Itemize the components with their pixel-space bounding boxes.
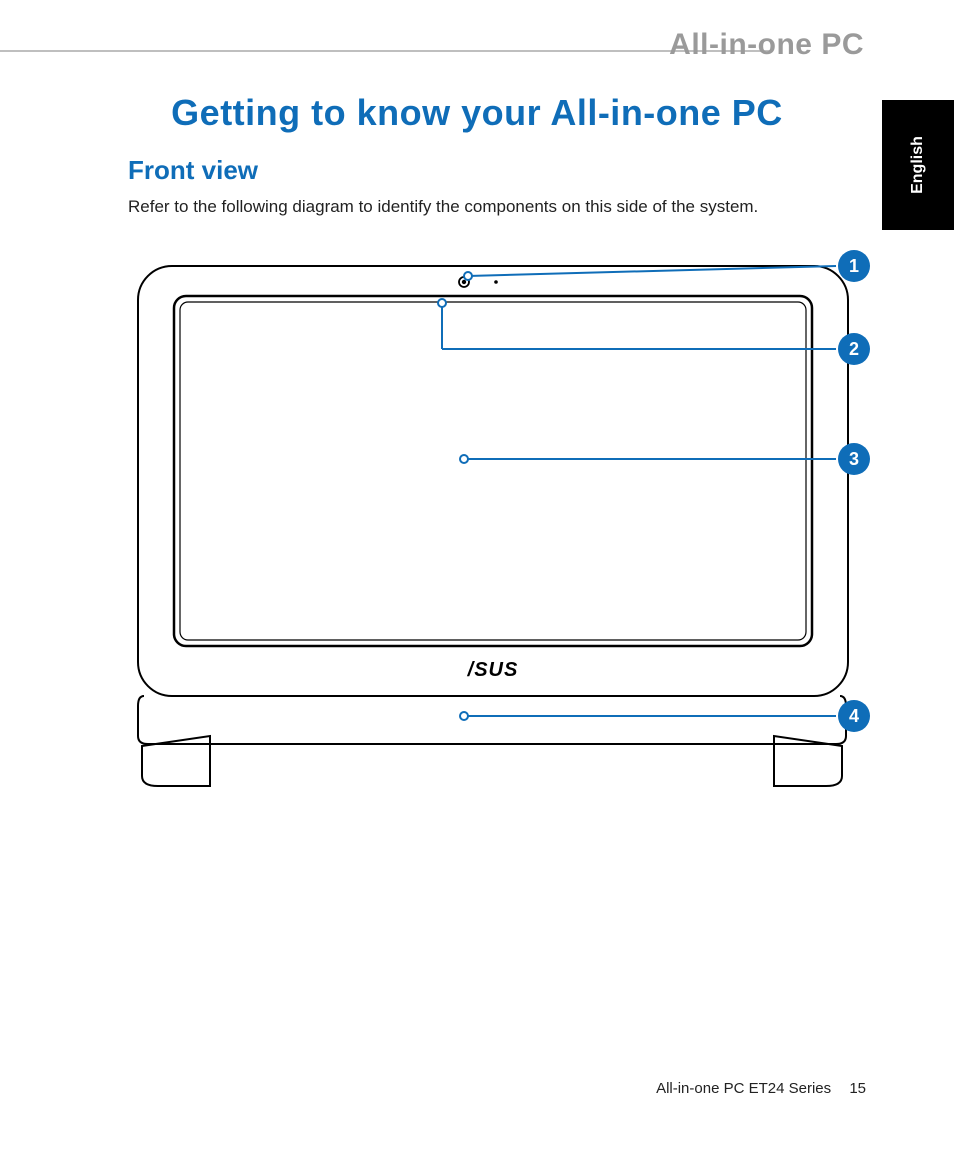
- device-diagram: /SUS: [118, 246, 868, 806]
- body-paragraph: Refer to the following diagram to identi…: [128, 197, 758, 217]
- footer-page-number: 15: [849, 1080, 866, 1097]
- footer-series: All-in-one PC ET24 Series: [656, 1080, 831, 1097]
- header-rule: [0, 50, 770, 52]
- language-label: English: [909, 136, 927, 194]
- callout-2: 2: [838, 333, 870, 365]
- page-title: Getting to know your All-in-one PC: [0, 92, 954, 134]
- brand-title: All-in-one PC: [669, 28, 864, 62]
- callout-3: 3: [838, 443, 870, 475]
- page-footer: All-in-one PC ET24 Series 15: [656, 1080, 866, 1097]
- section-heading: Front view: [128, 155, 258, 186]
- svg-text:/SUS: /SUS: [467, 659, 519, 681]
- callout-1: 1: [838, 250, 870, 282]
- callout-4: 4: [838, 700, 870, 732]
